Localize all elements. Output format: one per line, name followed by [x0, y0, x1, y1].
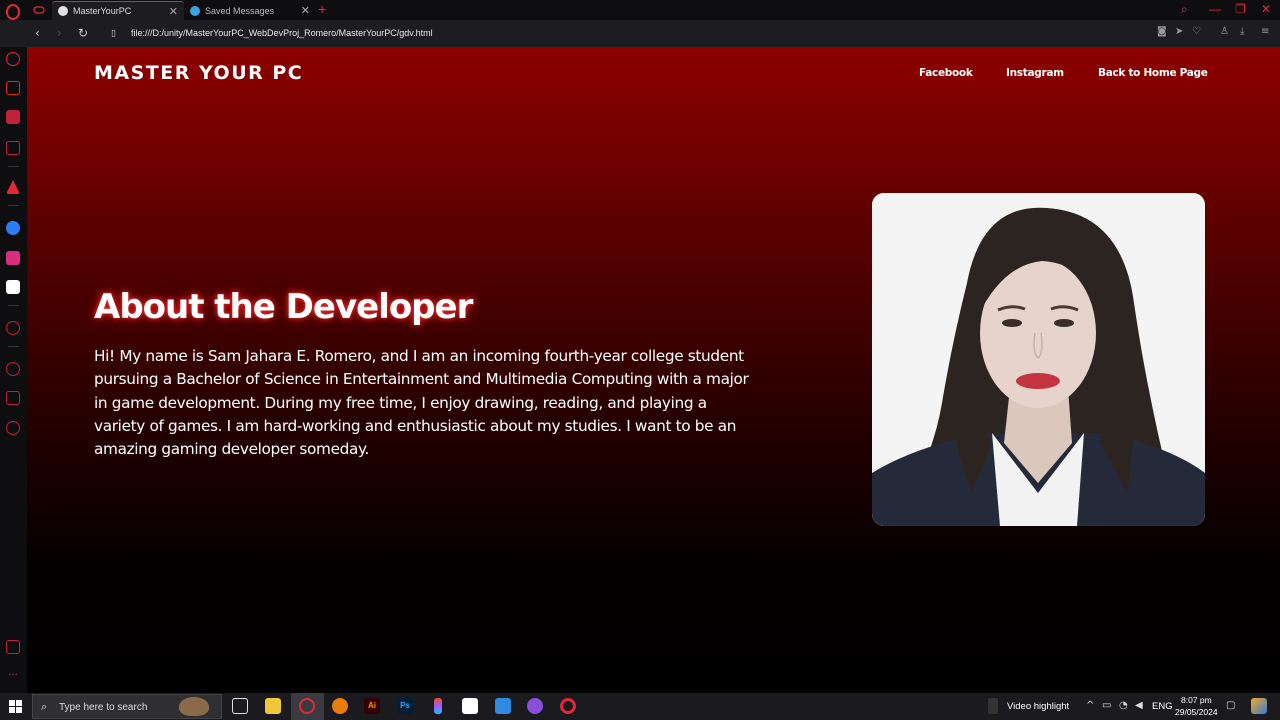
- back-icon[interactable]: ‹: [35, 26, 40, 40]
- gx-corner-icon[interactable]: [6, 81, 20, 95]
- opera-gx-taskbar-icon[interactable]: [299, 698, 315, 714]
- telegram-icon: [190, 5, 200, 16]
- extensions-icon[interactable]: [6, 391, 20, 405]
- windows-taskbar: ⌕ Type here to search Ai Ps Video highli…: [0, 693, 1280, 720]
- browser-sidebar: ···: [0, 47, 27, 693]
- figma-icon[interactable]: [434, 698, 442, 714]
- settings-icon[interactable]: [6, 421, 20, 435]
- player-icon[interactable]: [6, 321, 20, 335]
- notifications-icon[interactable]: ▢: [1226, 700, 1235, 711]
- github-desktop-icon[interactable]: [527, 698, 543, 714]
- tab-saved-messages[interactable]: Saved Messages ✕: [184, 1, 316, 20]
- sidebar-divider: [8, 346, 19, 347]
- photoshop-icon[interactable]: Ps: [397, 698, 413, 714]
- address-bar: ‹ › ↻ ▯ file:///D:/unity/MasterYourPC_We…: [0, 20, 1280, 47]
- restore-icon[interactable]: ❐: [1235, 2, 1246, 16]
- blender-icon[interactable]: [332, 698, 348, 714]
- search-placeholder: Type here to search: [59, 702, 148, 713]
- weather-widget-icon[interactable]: [1251, 698, 1267, 714]
- clock-date[interactable]: 29/05/2024: [1175, 707, 1218, 717]
- portrait-illustration: [872, 193, 1205, 526]
- speed-dial-icon[interactable]: [6, 52, 20, 66]
- nav-home-link[interactable]: Back to Home Page: [1098, 67, 1208, 79]
- messenger-icon[interactable]: [6, 221, 20, 235]
- heart-icon[interactable]: ♡: [1192, 26, 1201, 37]
- developer-photo: [872, 193, 1205, 526]
- windows-start-icon[interactable]: [9, 700, 22, 713]
- close-tab-icon[interactable]: ✕: [169, 5, 178, 18]
- more-icon[interactable]: ···: [6, 671, 20, 685]
- close-tab-icon[interactable]: ✕: [301, 4, 310, 17]
- nav-facebook-link[interactable]: Facebook: [919, 67, 973, 79]
- discord-icon[interactable]: [6, 280, 20, 294]
- taskbar-search[interactable]: ⌕ Type here to search: [32, 694, 222, 719]
- search-tabs-icon[interactable]: ⌕: [1181, 2, 1188, 17]
- instagram-icon[interactable]: [6, 251, 20, 265]
- site-brand[interactable]: MASTER YOUR PC: [94, 62, 303, 84]
- opera-icon[interactable]: [560, 698, 576, 714]
- aria-icon[interactable]: [6, 180, 20, 194]
- tab-label: Saved Messages: [205, 5, 275, 16]
- close-window-icon[interactable]: ✕: [1261, 2, 1271, 16]
- account-icon[interactable]: ♙: [1220, 26, 1229, 37]
- web-page: MASTER YOUR PC Facebook Instagram Back t…: [27, 47, 1280, 693]
- browser-tab-strip: MasterYourPC ✕ Saved Messages ✕ + ⌕ — ❐ …: [0, 0, 1280, 20]
- snapshot-icon[interactable]: ◙: [1157, 26, 1167, 37]
- file-info-icon[interactable]: ▯: [111, 27, 116, 41]
- illustrator-icon[interactable]: Ai: [364, 698, 380, 714]
- sidebar-divider: [8, 166, 19, 167]
- gaming-mode-icon[interactable]: [32, 3, 46, 17]
- nba-widget-icon[interactable]: [988, 698, 998, 714]
- clock-time[interactable]: 8:07 pm: [1181, 695, 1212, 705]
- vscode-icon[interactable]: [495, 698, 511, 714]
- easy-setup-icon[interactable]: ≡: [1261, 26, 1269, 37]
- language-indicator[interactable]: ENG: [1152, 701, 1173, 712]
- developer-bio: Hi! My name is Sam Jahara E. Romero, and…: [94, 347, 749, 459]
- volume-icon[interactable]: ◀: [1135, 700, 1143, 711]
- wifi-icon[interactable]: ◔: [1119, 700, 1128, 711]
- tab-masteryourpc[interactable]: MasterYourPC ✕: [52, 1, 184, 20]
- news-icon[interactable]: [6, 141, 20, 155]
- opera-menu-icon[interactable]: [4, 3, 22, 21]
- tab-label: MasterYourPC: [73, 6, 132, 16]
- search-icon: ⌕: [41, 700, 48, 713]
- page-title: About the Developer: [94, 287, 473, 327]
- forward-icon[interactable]: ›: [57, 26, 62, 40]
- nav-instagram-link[interactable]: Instagram: [1006, 67, 1064, 79]
- show-hidden-icons-icon[interactable]: ^: [1086, 700, 1094, 711]
- globe-icon: [58, 6, 68, 16]
- reload-icon[interactable]: ↻: [78, 26, 88, 40]
- twitch-icon[interactable]: [6, 110, 20, 124]
- task-view-icon[interactable]: [232, 698, 248, 714]
- widget-label[interactable]: Video highlight: [1007, 701, 1069, 712]
- file-explorer-icon[interactable]: [265, 698, 281, 714]
- new-tab-button[interactable]: +: [318, 1, 326, 17]
- download-icon[interactable]: ⤓: [1240, 26, 1244, 37]
- minimize-icon[interactable]: —: [1209, 2, 1221, 16]
- send-icon[interactable]: ➤: [1175, 26, 1183, 37]
- battery-icon[interactable]: ▭: [1102, 700, 1111, 711]
- url-field[interactable]: file:///D:/unity/MasterYourPC_WebDevProj…: [131, 28, 433, 38]
- twitch-studio-icon[interactable]: [462, 698, 478, 714]
- history-icon[interactable]: [6, 362, 20, 376]
- sidebar-divider: [8, 205, 19, 206]
- search-highlight-otter-icon: [179, 697, 209, 716]
- wallpaper-icon[interactable]: [6, 640, 20, 654]
- sidebar-divider: [8, 305, 19, 306]
